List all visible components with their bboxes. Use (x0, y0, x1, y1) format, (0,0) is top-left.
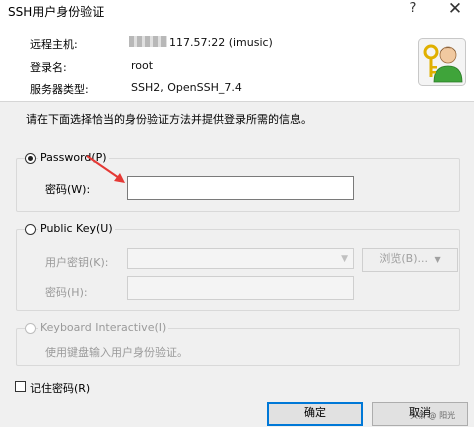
server-type-value: SSH2, OpenSSH_7.4 (131, 81, 242, 94)
login-label: 登录名: (30, 61, 67, 74)
chevron-down-icon: ▼ (341, 254, 348, 264)
host-value: 117.57:22 (imusic) (169, 36, 273, 49)
ok-button[interactable]: 确定 (267, 402, 363, 426)
window-title: SSH用户身份验证 (8, 5, 105, 19)
browse-button[interactable]: 浏览(B)... ▼ (362, 248, 458, 272)
host-redaction (129, 36, 167, 47)
browse-label: 浏览(B)... (379, 252, 428, 265)
keyboard-radio[interactable] (25, 323, 36, 334)
user-key-label: 用户密钥(K): (45, 256, 109, 269)
server-type-label: 服务器类型: (30, 83, 89, 96)
close-button[interactable]: ✕ (444, 0, 466, 21)
publickey-radio[interactable] (25, 224, 36, 235)
login-value: root (131, 59, 154, 72)
annotation-arrow-icon (86, 155, 125, 183)
watermark: 头条 @ 阳光 (410, 411, 456, 420)
remember-label[interactable]: 记住密码(R) (30, 380, 90, 396)
passphrase-input[interactable] (127, 276, 354, 300)
host-label: 远程主机: (30, 38, 78, 51)
keyboard-option-label[interactable]: Keyboard Interactive(I) (38, 321, 169, 334)
remember-checkbox[interactable] (15, 381, 26, 392)
user-key-icon (418, 38, 466, 86)
user-key-select[interactable]: ▼ (127, 248, 354, 269)
password-radio[interactable] (25, 153, 36, 164)
publickey-option-label[interactable]: Public Key(U) (38, 222, 115, 235)
title-bar: SSH用户身份验证 ? ✕ (0, 0, 474, 24)
help-button[interactable]: ? (404, 1, 422, 21)
keyboard-description: 使用键盘输入用户身份验证。 (45, 346, 188, 359)
instructions-text: 请在下面选择恰当的身份验证方法并提供登录所需的信息。 (26, 113, 312, 126)
password-input[interactable] (127, 176, 354, 200)
dropdown-arrow-icon: ▼ (434, 255, 441, 264)
passphrase-label: 密码(H): (45, 286, 88, 299)
